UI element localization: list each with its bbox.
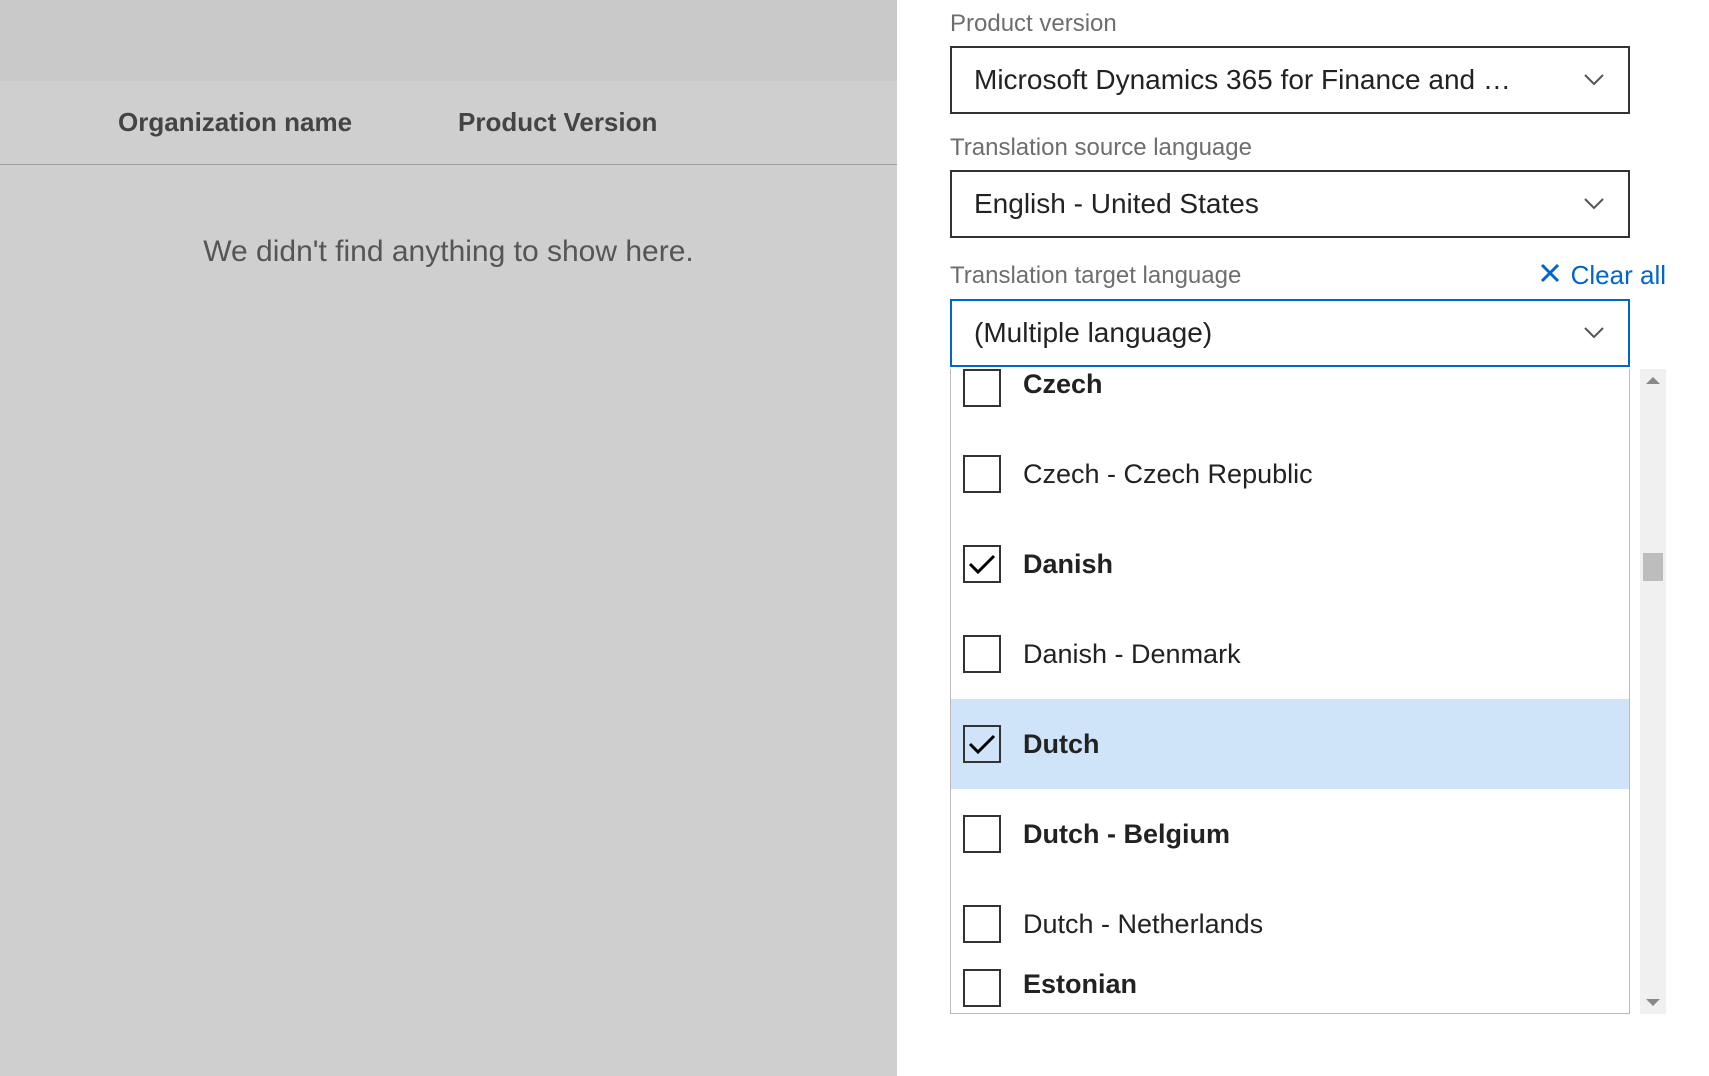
checkbox[interactable]	[963, 815, 1001, 853]
source-language-label: Translation source language	[950, 134, 1666, 162]
scroll-thumb[interactable]	[1643, 553, 1663, 581]
language-option[interactable]: Estonian	[951, 969, 1629, 1013]
language-option[interactable]: Dutch	[951, 699, 1629, 789]
clear-all-button[interactable]: Clear all	[1539, 260, 1666, 291]
column-header-product-version: Product Version	[458, 107, 758, 138]
product-version-value: Microsoft Dynamics 365 for Finance and …	[974, 64, 1511, 96]
checkbox[interactable]	[963, 369, 1001, 407]
product-version-label: Product version	[950, 10, 1666, 38]
form-panel: Product version Microsoft Dynamics 365 f…	[897, 0, 1709, 1076]
chevron-down-icon	[1584, 74, 1604, 86]
language-option-label: Czech - Czech Republic	[1023, 459, 1313, 490]
chevron-down-icon	[1584, 327, 1604, 339]
language-option[interactable]: Czech	[951, 369, 1629, 429]
checkbox[interactable]	[963, 635, 1001, 673]
checkbox[interactable]	[963, 969, 1001, 1007]
source-language-value: English - United States	[974, 188, 1259, 220]
checkbox[interactable]	[963, 905, 1001, 943]
target-language-select[interactable]: (Multiple language)	[950, 299, 1630, 367]
close-icon	[1539, 260, 1561, 291]
empty-state-message: We didn't find anything to show here.	[0, 165, 897, 269]
chevron-down-icon	[1584, 198, 1604, 210]
scroll-track[interactable]	[1640, 391, 1666, 992]
language-option[interactable]: Dutch - Netherlands	[951, 879, 1629, 969]
language-option[interactable]: Danish	[951, 519, 1629, 609]
target-language-value: (Multiple language)	[974, 317, 1212, 349]
language-option-label: Dutch - Netherlands	[1023, 909, 1263, 940]
scrollbar[interactable]	[1640, 369, 1666, 1014]
checkbox[interactable]	[963, 545, 1001, 583]
language-option-label: Dutch	[1023, 729, 1100, 760]
left-top-bar	[0, 0, 897, 81]
language-option-label: Dutch - Belgium	[1023, 819, 1230, 850]
checkbox[interactable]	[963, 455, 1001, 493]
checkbox[interactable]	[963, 725, 1001, 763]
table-header-row: Organization name Product Version	[0, 81, 897, 165]
target-language-dropdown[interactable]: Czech Czech - Czech Republic Danish Danish …	[950, 369, 1630, 1014]
language-option[interactable]: Danish - Denmark	[951, 609, 1629, 699]
language-option-label: Danish - Denmark	[1023, 639, 1241, 670]
language-option-label: Estonian	[1023, 969, 1137, 1000]
product-version-select[interactable]: Microsoft Dynamics 365 for Finance and …	[950, 46, 1630, 114]
background-dimmed-area: Organization name Product Version We did…	[0, 0, 897, 1076]
language-option-label: Danish	[1023, 549, 1113, 580]
language-option[interactable]: Dutch - Belgium	[951, 789, 1629, 879]
language-option-label: Czech	[1023, 369, 1103, 400]
language-option[interactable]: Czech - Czech Republic	[951, 429, 1629, 519]
scroll-up-arrow-icon[interactable]	[1645, 369, 1661, 391]
clear-all-label: Clear all	[1571, 260, 1666, 291]
scroll-down-arrow-icon[interactable]	[1645, 992, 1661, 1014]
source-language-select[interactable]: English - United States	[950, 170, 1630, 238]
column-header-organization: Organization name	[118, 107, 458, 138]
target-language-label: Translation target language	[950, 262, 1241, 290]
